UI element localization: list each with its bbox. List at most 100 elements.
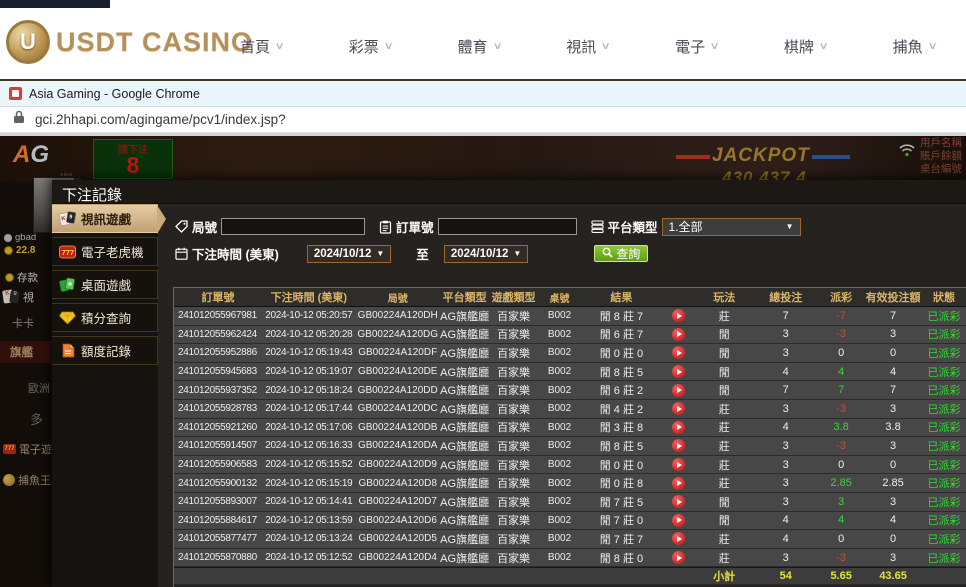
cell-table_no: B002 bbox=[538, 552, 582, 563]
sidebar-item-slot[interactable]: 777電子老虎機 bbox=[52, 237, 158, 266]
play-video-button[interactable] bbox=[672, 328, 685, 341]
cell-game: 百家樂 bbox=[490, 382, 538, 398]
date-to-select[interactable]: 2024/10/12 ▼ bbox=[444, 245, 528, 263]
table-header-row: 訂單號下注時間 (美東)局號平台類型遊戲類型桌號結果玩法總投注派彩有效投注額狀態 bbox=[174, 288, 966, 307]
cell-status: 已派彩 bbox=[922, 401, 966, 417]
play-video-button[interactable] bbox=[672, 439, 685, 452]
popup-body: K9視訊遊戲777電子老虎機桌面遊戲積分查詢額度記錄 局號 訂單號 bbox=[52, 204, 966, 587]
chrome-titlebar: Asia Gaming - Google Chrome bbox=[0, 81, 966, 107]
cell-order: 241012055928783 bbox=[174, 403, 262, 414]
nav-item[interactable]: 棋牌∨ bbox=[784, 36, 827, 57]
url-bar[interactable]: gci.2hhapi.com/agingame/pcv1/index.jsp? bbox=[0, 107, 966, 133]
cell-payout: 0 bbox=[818, 347, 864, 359]
user-icon bbox=[4, 234, 12, 242]
play-video-button[interactable] bbox=[672, 495, 685, 508]
play-video-button[interactable] bbox=[672, 514, 685, 527]
browser-tab[interactable] bbox=[0, 0, 110, 8]
platform-type-select[interactable]: 1.全部 ▼ bbox=[662, 218, 801, 236]
search-button-label: 查詢 bbox=[616, 245, 640, 262]
cell-time: 2024-10-12 05:20:28 bbox=[262, 329, 356, 340]
nav-item-label: 彩票 bbox=[349, 36, 379, 57]
cell-platform: AG旗艦廳 bbox=[440, 494, 490, 510]
cell-play: 閒 bbox=[695, 512, 753, 528]
play-video-button[interactable] bbox=[672, 421, 685, 434]
cell-valid: 0 bbox=[864, 533, 922, 545]
cell-table_no: B002 bbox=[538, 459, 582, 470]
cell-bet: 3 bbox=[753, 496, 818, 508]
cell-table_no: B002 bbox=[538, 422, 582, 433]
diamond-icon bbox=[59, 310, 76, 326]
cell-bet: 3 bbox=[753, 459, 818, 471]
nav-item[interactable]: 電子∨ bbox=[675, 36, 718, 57]
order-no-label: 訂單號 bbox=[379, 217, 434, 236]
play-video-button[interactable] bbox=[672, 365, 685, 378]
nav-item[interactable]: 視訊∨ bbox=[566, 36, 609, 57]
cell-status: 已派彩 bbox=[922, 550, 966, 566]
sidebar-item-document[interactable]: 額度記錄 bbox=[52, 336, 158, 365]
play-video-button[interactable] bbox=[672, 458, 685, 471]
cell-bet: 4 bbox=[753, 366, 818, 378]
play-video-button[interactable] bbox=[672, 532, 685, 545]
platform-type-label: 平台類型 bbox=[591, 217, 658, 236]
cell-round: GB00224A120DF bbox=[356, 347, 440, 358]
cell-play: 莊 bbox=[695, 401, 753, 417]
deposit-label: 存款 bbox=[17, 270, 38, 285]
nav-item[interactable]: 彩票∨ bbox=[349, 36, 392, 57]
date-from-select[interactable]: 2024/10/12 ▼ bbox=[307, 245, 391, 263]
nav-item[interactable]: 捕魚∨ bbox=[893, 36, 936, 57]
order-no-input[interactable] bbox=[438, 218, 577, 235]
search-button[interactable]: 查詢 bbox=[594, 245, 648, 262]
slot-777-icon: 777 bbox=[3, 444, 16, 454]
window-title: Asia Gaming - Google Chrome bbox=[29, 87, 200, 101]
sidebar-item-table-games[interactable]: 桌面遊戲 bbox=[52, 270, 158, 299]
site-logo[interactable]: U USDT CASINO bbox=[6, 20, 253, 64]
cell-bet: 3 bbox=[753, 477, 818, 489]
cell-valid: 3.8 bbox=[864, 421, 922, 433]
play-video-button[interactable] bbox=[672, 384, 685, 397]
cell-play: 閒 bbox=[695, 364, 753, 380]
nav-item[interactable]: 體育∨ bbox=[458, 36, 501, 57]
chevron-down-icon: ∨ bbox=[492, 41, 502, 52]
nav-item-label: 捕魚 bbox=[893, 36, 923, 57]
cell-time: 2024-10-12 05:14:41 bbox=[262, 496, 356, 507]
cell-result: 閒 8 莊 5 bbox=[581, 364, 661, 380]
subtotal-valid: 43.65 bbox=[864, 570, 922, 582]
cell-result: 閒 6 莊 2 bbox=[581, 382, 661, 398]
cell-platform: AG旗艦廳 bbox=[440, 475, 490, 491]
menu-europe-label: 歐洲 bbox=[28, 380, 50, 396]
menu-kaka-label: 卡卡 bbox=[12, 315, 34, 331]
table-row: 2410120559065832024-10-12 05:15:52GB0022… bbox=[174, 456, 966, 475]
play-cell bbox=[661, 365, 695, 378]
menu-item-kaka[interactable]: 卡卡 bbox=[12, 315, 34, 331]
cell-valid: 3 bbox=[864, 328, 922, 340]
menu-item-fishing[interactable]: 捕魚王 bbox=[3, 472, 51, 488]
menu-item-flagship[interactable]: 旗艦 bbox=[0, 341, 52, 363]
table-row: 2410120559528862024-10-12 05:19:43GB0022… bbox=[174, 344, 966, 363]
deposit-button[interactable]: 存款 bbox=[5, 270, 38, 285]
cell-valid: 7 bbox=[864, 384, 922, 396]
play-video-button[interactable] bbox=[672, 477, 685, 490]
sidebar-item-diamond[interactable]: 積分查詢 bbox=[52, 303, 158, 332]
cell-result: 閒 3 莊 8 bbox=[581, 419, 661, 435]
cards-icon: K9 bbox=[59, 211, 76, 227]
user-info-labels: 用戶名稱 賬戶餘額 桌台編號 bbox=[920, 137, 962, 176]
nav-item[interactable]: 首頁∨ bbox=[240, 36, 283, 57]
play-video-button[interactable] bbox=[672, 346, 685, 359]
nav-item-label: 電子 bbox=[675, 36, 705, 57]
play-video-button[interactable] bbox=[672, 402, 685, 415]
sidebar-item-cards[interactable]: K9視訊遊戲 bbox=[52, 204, 158, 233]
cell-result: 閒 0 莊 0 bbox=[581, 345, 661, 361]
column-header: 遊戲類型 bbox=[490, 289, 538, 305]
play-video-button[interactable] bbox=[672, 309, 685, 322]
play-video-button[interactable] bbox=[672, 551, 685, 564]
game-no-input[interactable] bbox=[221, 218, 365, 235]
cell-valid: 4 bbox=[864, 514, 922, 526]
menu-item-europe[interactable]: 歐洲 bbox=[28, 380, 50, 396]
cell-result: 閒 6 莊 7 bbox=[581, 326, 661, 342]
column-header: 有效投注額 bbox=[864, 289, 922, 305]
menu-flagship-label: 旗艦 bbox=[10, 344, 33, 360]
cell-payout: 7 bbox=[818, 384, 864, 396]
menu-item-video[interactable]: 視 bbox=[3, 289, 34, 305]
cell-order: 241012055893007 bbox=[174, 496, 262, 507]
cell-time: 2024-10-12 05:17:44 bbox=[262, 403, 356, 414]
